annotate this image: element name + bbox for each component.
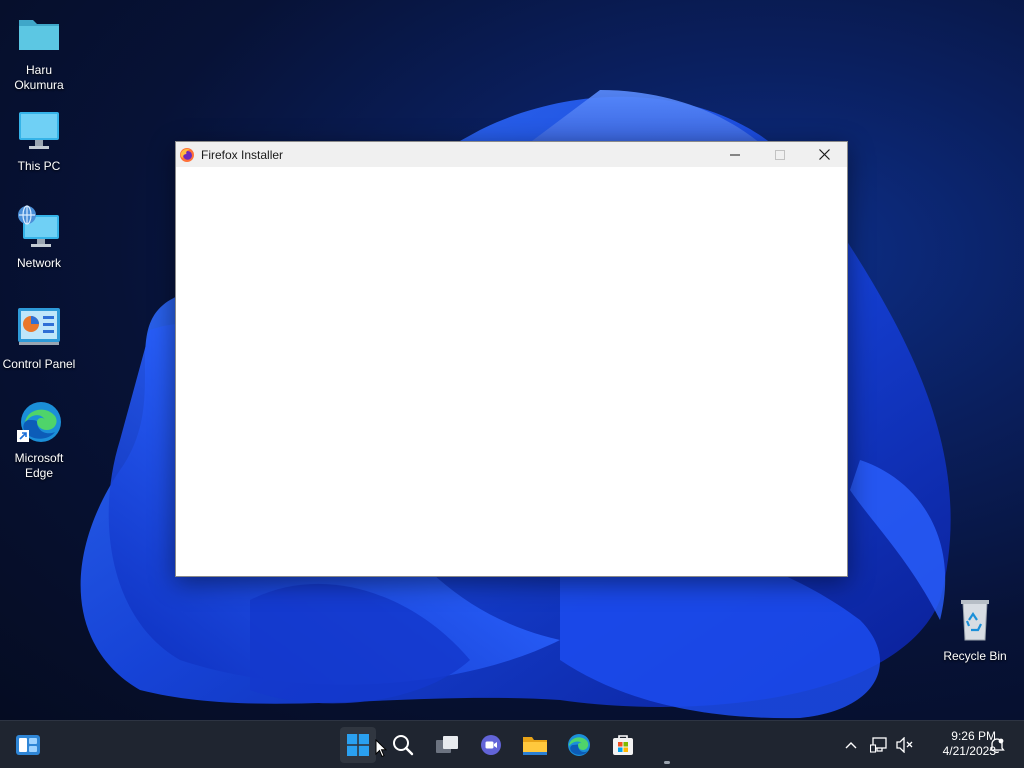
desktop-icon-this-pc[interactable]: This PC [0, 106, 78, 174]
close-button[interactable] [802, 142, 847, 167]
desktop-icon-network[interactable]: Network [0, 203, 78, 271]
desktop-icon-edge[interactable]: Microsoft Edge [0, 398, 78, 481]
widgets-button[interactable] [10, 727, 46, 763]
edge-icon [17, 402, 61, 442]
taskbar-chat-button[interactable] [473, 727, 509, 763]
desktop-icon-label-line2: Okumura [14, 78, 64, 92]
installer-window[interactable]: Firefox Installer [175, 141, 848, 577]
monitor-icon [19, 112, 59, 149]
maximize-icon [774, 149, 785, 160]
widgets-icon [16, 735, 40, 755]
desktop-icon-recycle-bin[interactable]: Recycle Bin [936, 596, 1014, 664]
desktop-icon-user-folder[interactable]: Haru Okumura [0, 10, 78, 93]
desktop-icon-label: This PC [17, 159, 61, 173]
minimize-icon [729, 154, 740, 155]
edge-icon [568, 734, 590, 756]
notification-button[interactable] [986, 721, 1008, 769]
clock-date: 4/21/2023 [942, 744, 996, 758]
desktop-icon-label-line1: Haru [25, 63, 52, 77]
windows-logo-icon [347, 734, 369, 756]
volume-button[interactable] [892, 721, 918, 769]
chevron-up-icon [845, 742, 857, 749]
folder-icon [19, 20, 59, 50]
store-icon [613, 735, 633, 755]
minimize-button[interactable] [712, 142, 757, 167]
desktop-icon-label-line1: Microsoft [14, 451, 64, 465]
desktop-icon-label: Control Panel [2, 357, 76, 371]
network-status-button[interactable] [866, 721, 892, 769]
show-hidden-icons-button[interactable] [838, 721, 864, 769]
taskbar-edge-button[interactable] [561, 727, 597, 763]
firefox-icon [180, 147, 194, 162]
running-app-indicator [664, 761, 670, 764]
installer-content-area [176, 167, 847, 576]
task-view-icon [436, 736, 458, 753]
taskbar-search-button[interactable] [385, 727, 421, 763]
desktop-icon-control-panel[interactable]: Control Panel [0, 304, 78, 372]
desktop-icon-label: Recycle Bin [943, 649, 1007, 663]
close-icon [819, 149, 830, 160]
taskbar-store-button[interactable] [605, 727, 641, 763]
taskbar: 9:26 PM 4/21/2023 [0, 720, 1024, 768]
taskbar-task-view-button[interactable] [429, 727, 465, 763]
taskbar-file-explorer-button[interactable] [517, 727, 553, 763]
volume-muted-icon [896, 737, 913, 753]
desktop-icon-label-line2: Edge [24, 466, 54, 480]
clock-time: 9:26 PM [951, 729, 996, 743]
maximize-button [757, 142, 802, 167]
mouse-cursor-icon [375, 739, 387, 758]
taskbar-clock[interactable]: 9:26 PM 4/21/2023 [920, 729, 996, 759]
control-panel-icon [18, 308, 60, 345]
search-icon [393, 735, 414, 756]
notification-icon [989, 738, 1005, 753]
recycle-bin-icon [961, 600, 989, 641]
taskbar-start-button[interactable] [340, 727, 376, 763]
desktop-icon-label: Network [16, 256, 61, 270]
file-explorer-icon [523, 737, 547, 755]
window-title: Firefox Installer [201, 147, 284, 162]
network-icon [18, 205, 59, 247]
network-status-icon [870, 737, 887, 753]
teams-chat-icon [481, 735, 501, 755]
window-titlebar[interactable]: Firefox Installer [176, 142, 847, 167]
